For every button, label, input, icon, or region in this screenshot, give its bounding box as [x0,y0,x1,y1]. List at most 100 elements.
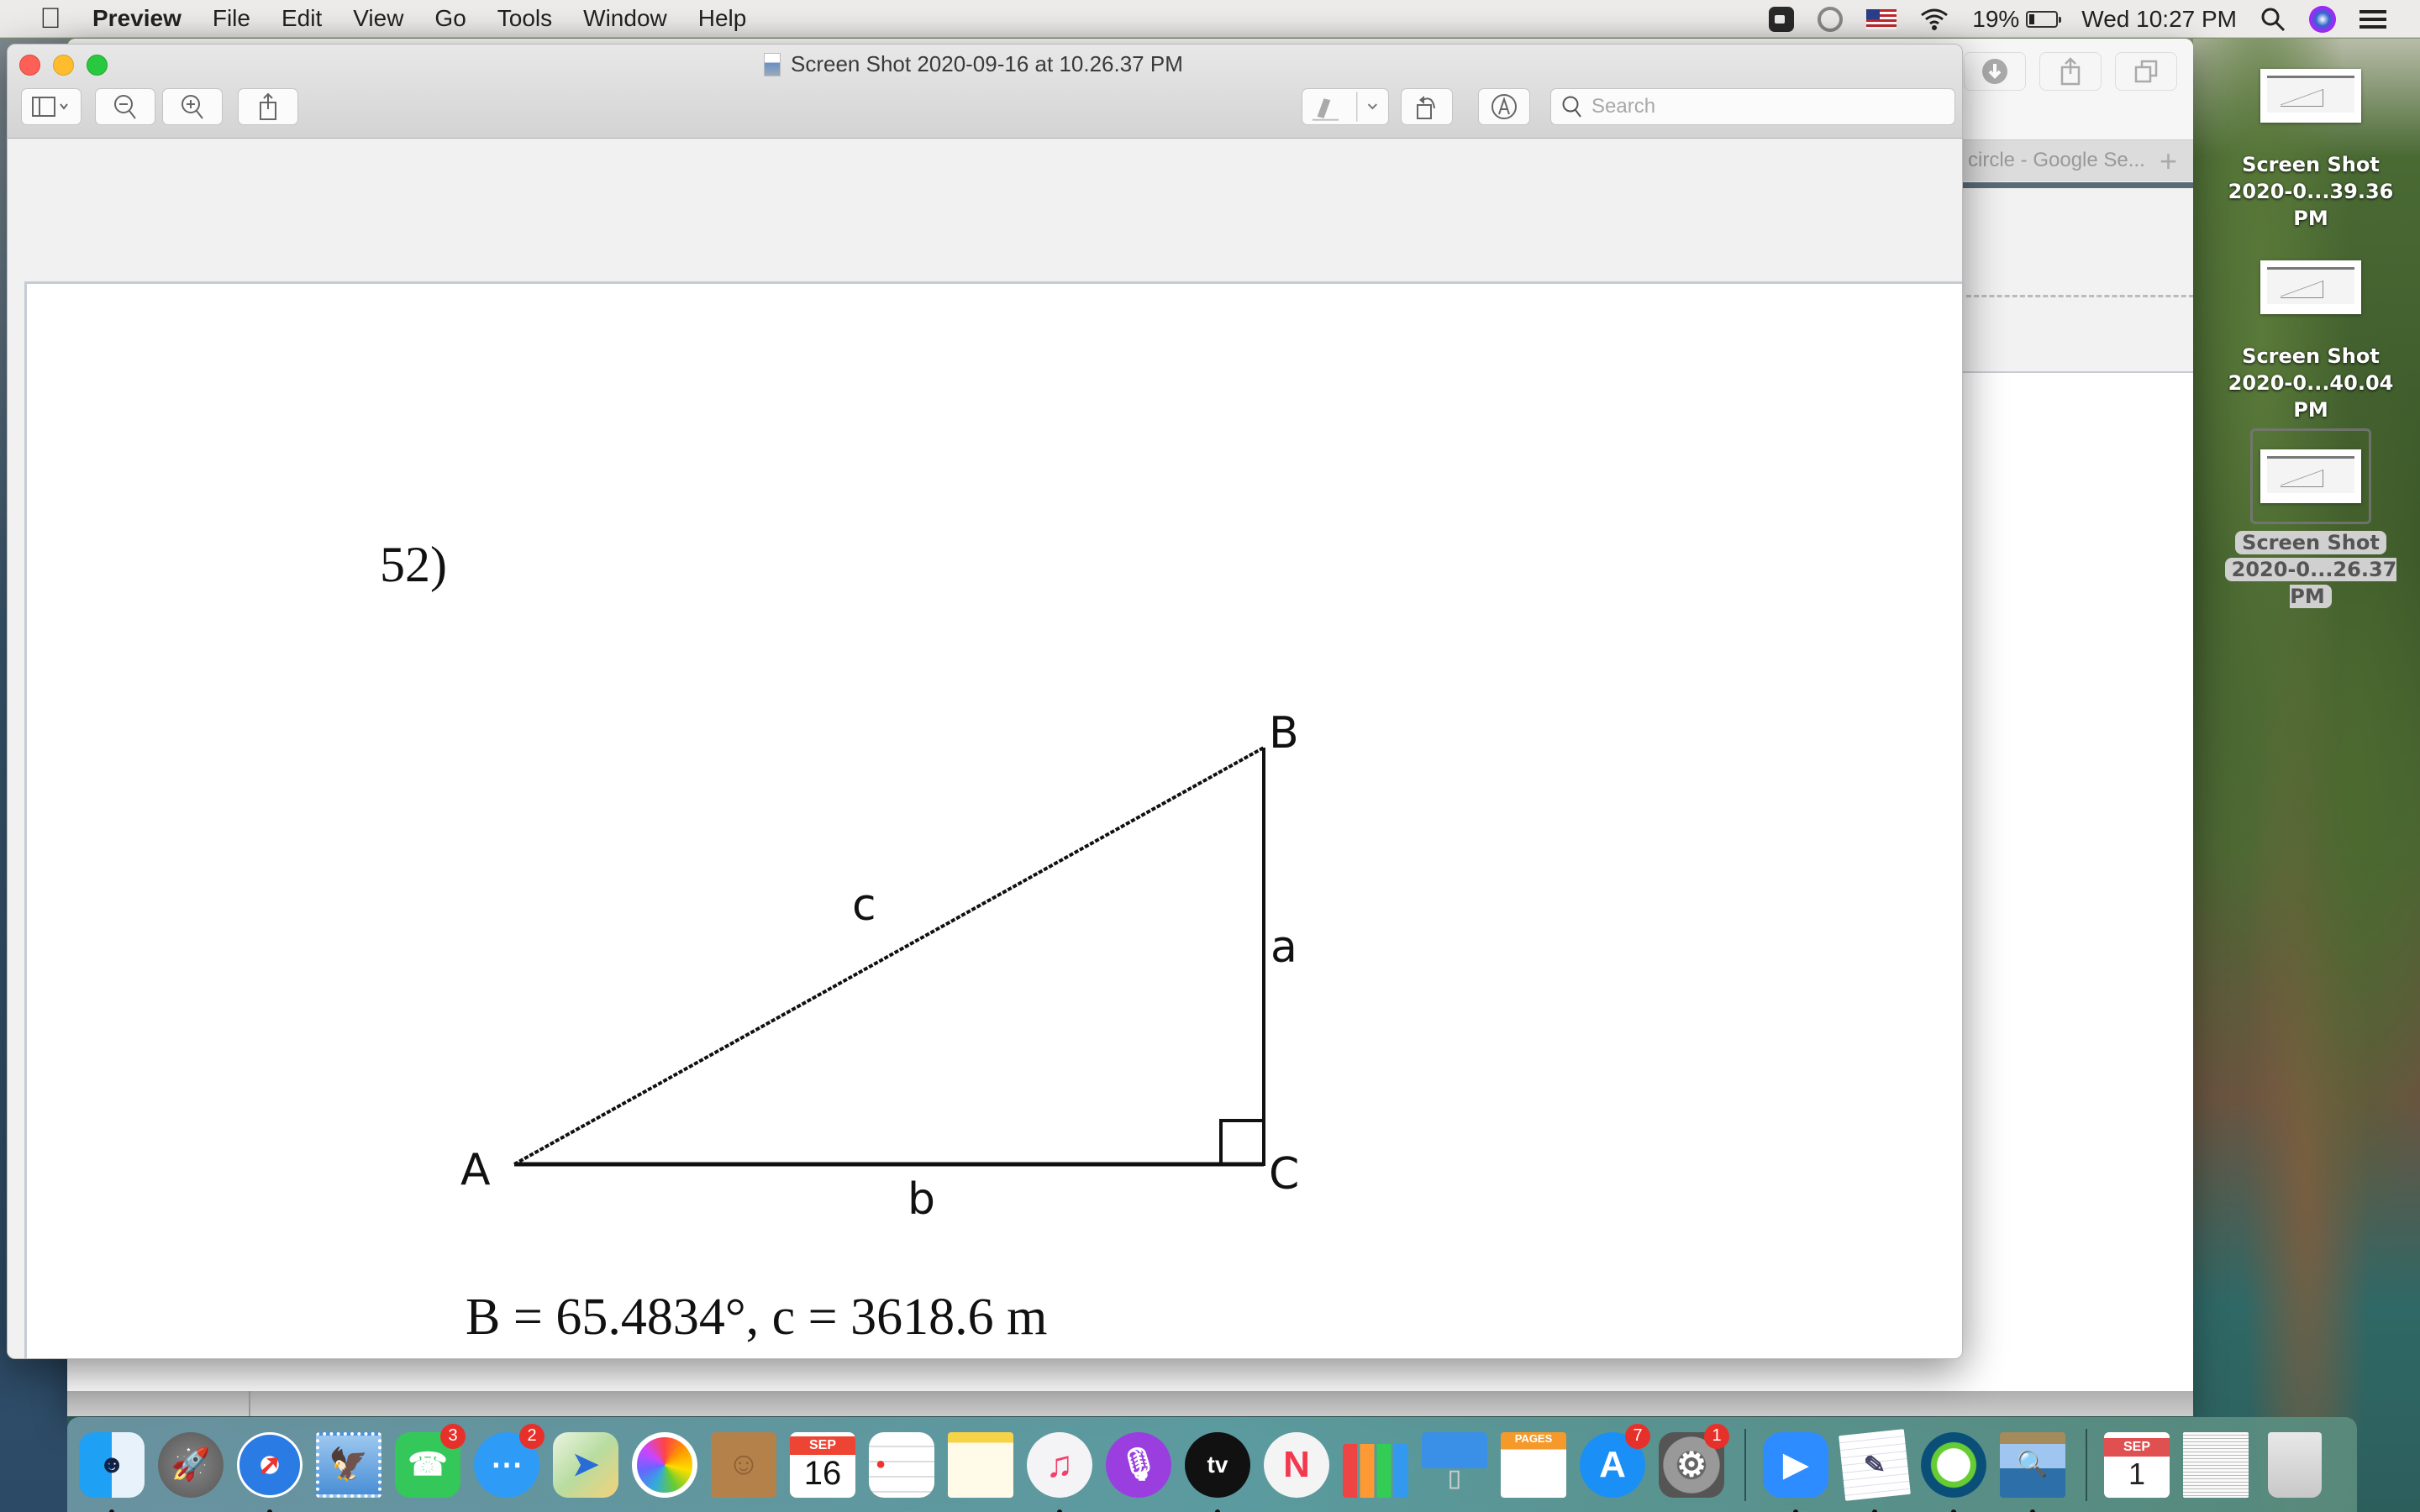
dock-podcasts[interactable]: 🎙 [1104,1431,1173,1499]
markup-toolbar-button[interactable] [1478,88,1530,125]
reminders-list-icon: ● [869,1431,934,1498]
notification-center-icon[interactable] [2360,9,2386,29]
desktop-file-screenshot-1[interactable]: Screen Shot 2020-0...39.36 PM [2210,69,2412,232]
dock-finder[interactable]: ☻ [77,1431,146,1512]
menu-help[interactable]: Help [698,5,747,32]
dock-music[interactable]: ♫ [1025,1431,1094,1512]
dock-notes[interactable] [946,1431,1015,1499]
tab-overview-button[interactable] [2115,52,2177,91]
markup-highlight-button[interactable] [1302,88,1389,125]
desktop-file-screenshot-2[interactable]: Screen Shot 2020-0...40.04 PM [2210,260,2412,423]
dashed-divider [1966,295,2193,297]
sync-status-icon[interactable] [1818,6,1844,32]
new-tab-button[interactable]: + [2160,144,2177,179]
close-window-button[interactable] [19,55,40,76]
safari-tab[interactable]: circle - Google Se... [1968,149,2145,172]
rotate-button[interactable] [1401,88,1453,125]
dock-news[interactable]: N [1262,1431,1331,1499]
dock-calendar[interactable]: SEP 16 [788,1431,857,1499]
dock-contacts[interactable]: ☺ [709,1431,778,1499]
dock-calendar-stack[interactable]: SEP 1 [2102,1431,2171,1499]
battery-status[interactable]: 19% [1972,5,2062,33]
preview-app-icon: 🔍 [2000,1431,2065,1498]
running-indicator [109,1509,114,1512]
dock-zoom[interactable]: ▶ [1761,1431,1830,1512]
notification-badge: 3 [440,1423,466,1449]
rocket-icon: 🚀 [158,1431,224,1498]
window-title-text: Screen Shot 2020-09-16 at 10.26.37 PM [791,51,1183,76]
menu-view[interactable]: View [353,5,403,32]
clock[interactable]: Wed 10:27 PM [2081,6,2237,33]
dock-preview[interactable]: 🔍 [1998,1431,2067,1512]
side-c-hypotenuse [513,746,1265,1166]
dock-pages[interactable]: PAGES [1499,1431,1568,1499]
sidebar-view-button[interactable] [21,88,82,125]
markup-pen-icon [1491,94,1517,119]
dock-launchpad[interactable]: 🚀 [156,1431,225,1499]
dock-document-stack[interactable] [2181,1431,2250,1499]
zoom-in-button[interactable] [162,88,223,125]
vertex-b-label: B [1269,708,1299,759]
menu-go[interactable]: Go [434,5,466,32]
dock-keynote[interactable]: ⌷ [1420,1431,1489,1499]
mail-stamp-icon: 🦅 [316,1431,381,1498]
menu-file[interactable]: File [213,5,250,32]
dock-trash[interactable] [2260,1431,2329,1499]
search-input[interactable] [1591,95,1944,118]
wifi-icon[interactable] [1920,8,1949,31]
instruction-text: Give side lengths to two decimal places. [466,1355,1306,1358]
apple-tv-icon: tv [1185,1431,1250,1498]
dock-safari[interactable]: ➚ [235,1431,304,1512]
dock-photos[interactable] [630,1431,699,1499]
window-title: Screen Shot 2020-09-16 at 10.26.37 PM [764,51,1183,77]
apple-menu-icon[interactable]:  [34,3,67,35]
running-indicator [267,1509,272,1512]
zoom-status-icon[interactable] [1769,6,1795,32]
file-name-line-2: 2020-0...39.36 PM [2228,180,2394,230]
safari-share-button[interactable] [2039,52,2102,91]
status-area: 19% Wed 10:27 PM [1769,0,2386,38]
menu-app-preview[interactable]: Preview [92,5,182,32]
zoom-out-icon [114,95,136,119]
search-icon [1562,96,1581,118]
calendar-icon: SEP 16 [790,1431,855,1498]
menu-edit[interactable]: Edit [281,5,322,32]
menu-tools[interactable]: Tools [497,5,552,32]
dock-facetime[interactable]: ☎ 3 [393,1423,466,1499]
battery-percent: 19% [1972,5,2020,32]
trash-icon [2268,1431,2322,1498]
siri-icon[interactable] [2309,5,2336,33]
dock-maps[interactable]: ➤ [551,1431,620,1499]
dock-tv[interactable]: tv [1183,1431,1252,1512]
pages-document-icon: PAGES [1501,1431,1566,1498]
minimize-window-button[interactable] [53,55,74,76]
search-field[interactable] [1550,88,1955,125]
pages-label: PAGES [1514,1431,1553,1445]
highlighter-icon [1312,92,1377,122]
sidebar-icon [32,97,68,117]
menu-window[interactable]: Window [583,5,667,32]
dock-reminders[interactable]: ● [867,1431,936,1499]
image-document-icon [764,52,781,76]
calendar-month: SEP [790,1436,855,1455]
us-flag-input-icon[interactable] [1866,8,1897,29]
zoom-out-button[interactable] [95,88,155,125]
dock-textedit[interactable]: ✎ [1839,1428,1911,1512]
dock-messages[interactable]: ⋯ 2 [472,1423,544,1499]
desktop-file-screenshot-3-selected[interactable]: Screen Shot 2020-0...26.37 PM [2210,428,2412,610]
fullscreen-window-button[interactable] [87,55,108,76]
right-angle-marker [1219,1119,1265,1166]
downloads-button[interactable] [1964,52,2026,91]
file-name-line-1: Screen Shot [2242,344,2380,368]
share-button[interactable] [238,88,298,125]
dock-numbers[interactable] [1341,1431,1410,1499]
spotlight-search-icon[interactable] [2260,7,2286,32]
contacts-book-icon: ☺ [711,1431,776,1498]
notes-pad-icon [948,1431,1013,1498]
running-indicator [1215,1509,1220,1512]
dock-app-store[interactable]: A7 [1578,1423,1650,1499]
dock-mail[interactable]: 🦅 [314,1431,383,1499]
dock-webex[interactable] [1919,1431,1988,1512]
stack-month: SEP [2104,1437,2170,1457]
dock-system-preferences[interactable]: ⚙ 1 [1657,1423,1729,1499]
